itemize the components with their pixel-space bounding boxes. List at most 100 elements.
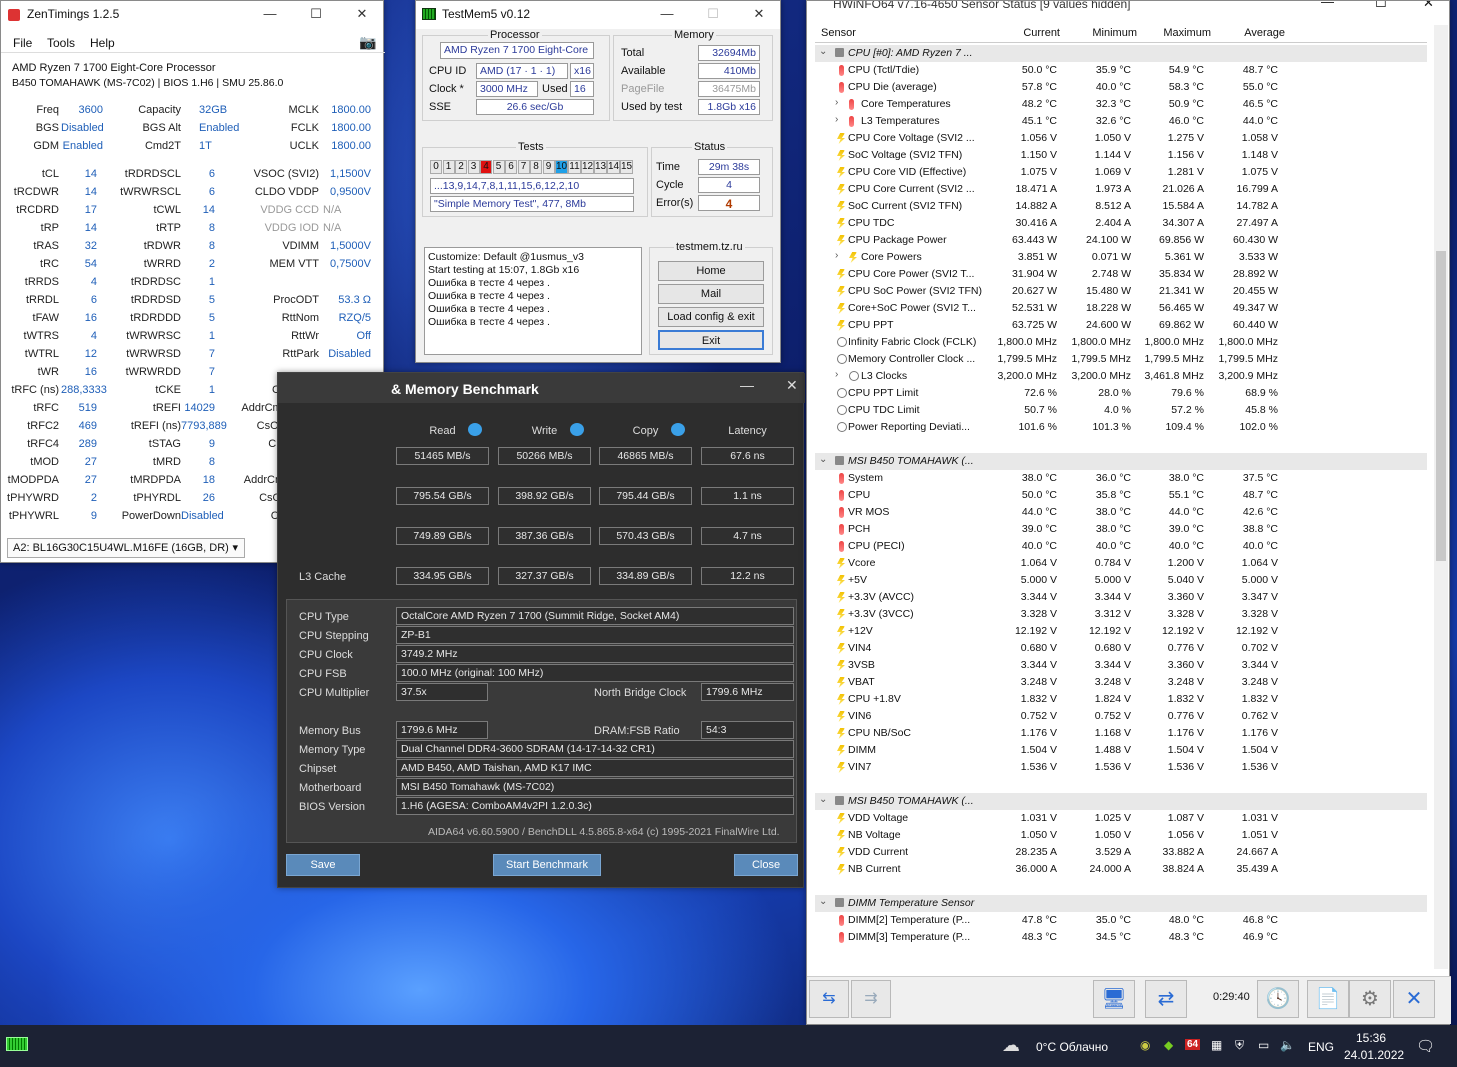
testmem-titlebar[interactable]: TestMem5 v0.12 — ☐ ✕ bbox=[416, 1, 780, 29]
sensor-row[interactable]: SoC Voltage (SVI2 TFN) 1.150 V 1.144 V 1.15… bbox=[815, 147, 1427, 164]
menu-file[interactable]: File bbox=[13, 36, 32, 50]
sensor-row[interactable]: Power Reporting Deviati... 101.6 % 101.3 %… bbox=[815, 419, 1427, 436]
home-button[interactable]: Home bbox=[658, 261, 764, 281]
menu-help[interactable]: Help bbox=[90, 36, 115, 50]
zentimings-titlebar[interactable]: ZenTimings 1.2.5 — ☐ ✕ bbox=[1, 1, 383, 29]
maximize-button[interactable]: ☐ bbox=[1375, 1, 1387, 11]
start-benchmark-button[interactable]: Start Benchmark bbox=[493, 854, 601, 876]
sensor-row[interactable]: SoC Current (SVI2 TFN) 14.882 A 8.512 A 15.… bbox=[815, 198, 1427, 215]
hwinfo-tray-badge[interactable]: 64 bbox=[1185, 1039, 1201, 1050]
sensor-row[interactable]: CPU NB/SoC 1.176 V 1.168 V 1.176 V 1.176 V bbox=[815, 725, 1427, 742]
sensor-row[interactable]: VDD Current 28.235 A 3.529 A 33.882 A 24.667… bbox=[815, 844, 1427, 861]
tray-app-icon[interactable]: ◉ bbox=[1140, 1038, 1150, 1052]
collapse-icon[interactable]: ⌄ bbox=[819, 794, 827, 805]
collapse-icon[interactable]: ⌄ bbox=[819, 454, 827, 465]
header-minimum[interactable]: Minimum bbox=[1077, 27, 1137, 39]
sensor-row[interactable]: CPU Core VID (Effective) 1.075 V 1.069 V 1.… bbox=[815, 164, 1427, 181]
sensor-row[interactable]: +5V 5.000 V 5.000 V 5.040 V 5.000 V bbox=[815, 572, 1427, 589]
close-dialog-button[interactable]: Close bbox=[734, 854, 798, 876]
clock-icon[interactable]: 🕓 bbox=[1257, 980, 1299, 1018]
nvidia-icon[interactable]: ◆ bbox=[1164, 1038, 1173, 1052]
maximize-button[interactable]: ☐ bbox=[690, 1, 736, 29]
sensor-row[interactable]: CPU TDC Limit 50.7 % 4.0 % 57.2 % 45.8 % bbox=[815, 402, 1427, 419]
sensor-row[interactable]: CPU Core Current (SVI2 ... 18.471 A 1.973 … bbox=[815, 181, 1427, 198]
settings-gear-icon[interactable]: ⚙ bbox=[1349, 980, 1391, 1018]
load-config-exit-button[interactable]: Load config & exit bbox=[658, 307, 764, 327]
sensor-row[interactable]: VIN4 0.680 V 0.680 V 0.776 V 0.702 V bbox=[815, 640, 1427, 657]
collapse-icon[interactable]: ⌄ bbox=[819, 46, 827, 57]
close-button[interactable]: ✕ bbox=[339, 1, 385, 29]
header-maximum[interactable]: Maximum bbox=[1151, 27, 1211, 39]
expand-icon[interactable]: › bbox=[835, 250, 838, 261]
minimize-button[interactable]: — bbox=[644, 1, 690, 29]
sensor-row[interactable]: CPU +1.8V 1.832 V 1.824 V 1.832 V 1.832 V bbox=[815, 691, 1427, 708]
collapse-icon[interactable]: ⌄ bbox=[819, 896, 827, 907]
exit-button[interactable]: Exit bbox=[658, 330, 764, 350]
hwinfo-titlebar[interactable]: HWiNFO64 v7.16-4650 Sensor Status [9 val… bbox=[807, 1, 1451, 15]
close-button[interactable]: ✕ bbox=[1423, 1, 1434, 11]
minimize-button[interactable]: — bbox=[740, 377, 754, 393]
close-button[interactable]: ✕ bbox=[786, 377, 798, 394]
speaker-icon[interactable]: 🔈 bbox=[1280, 1038, 1295, 1052]
expand-icon[interactable]: › bbox=[835, 369, 838, 380]
sensor-row[interactable]: VIN7 1.536 V 1.536 V 1.536 V 1.536 V bbox=[815, 759, 1427, 776]
notifications-icon[interactable]: 🗨 bbox=[1416, 1037, 1435, 1055]
refresh-icon[interactable] bbox=[468, 423, 482, 436]
network-icon[interactable]: ⇄ bbox=[1145, 980, 1187, 1018]
shield-icon[interactable]: ⛨ bbox=[1235, 1038, 1244, 1053]
aida-titlebar[interactable] bbox=[278, 373, 805, 403]
sensor-row[interactable]: NB Voltage 1.050 V 1.050 V 1.056 V 1.051 V bbox=[815, 827, 1427, 844]
testmem-taskbar-icon[interactable] bbox=[6, 1037, 28, 1051]
sensor-row[interactable]: DIMM[2] Temperature (P... 47.8 °C 35.0 °C 4… bbox=[815, 912, 1427, 929]
sensor-row[interactable]: +3.3V (AVCC) 3.344 V 3.344 V 3.360 V 3.347 V bbox=[815, 589, 1427, 606]
sensor-row[interactable]: System 38.0 °C 36.0 °C 38.0 °C 37.5 °C bbox=[815, 470, 1427, 487]
sensor-row[interactable]: VDD Voltage 1.031 V 1.025 V 1.087 V 1.031 V bbox=[815, 810, 1427, 827]
sensor-row[interactable]: › Core Powers 3.851 W 0.071 W 5.361 W 3.533 W bbox=[815, 249, 1427, 266]
scrollbar-thumb[interactable] bbox=[1436, 251, 1446, 561]
sensor-row[interactable]: › L3 Clocks 3,200.0 MHz 3,200.0 MHz 3,461.8 … bbox=[815, 368, 1427, 385]
expand-icon[interactable]: › bbox=[835, 114, 838, 125]
display-icon[interactable]: ▭ bbox=[1258, 1038, 1269, 1052]
sensor-row[interactable]: Infinity Fabric Clock (FCLK) 1,800.0 MHz 1… bbox=[815, 334, 1427, 351]
collapse-arrows-icon[interactable]: ⇉ bbox=[851, 980, 891, 1018]
add-report-icon[interactable]: 📄 bbox=[1307, 980, 1349, 1018]
language-indicator[interactable]: ENG bbox=[1308, 1040, 1334, 1054]
clock-date[interactable]: 24.01.2022 bbox=[1344, 1048, 1404, 1062]
dimm-select[interactable]: A2: BL16G30C15U4WL.M16FE (16GB, DR) ▾ bbox=[7, 538, 245, 558]
refresh-icon[interactable] bbox=[671, 423, 685, 436]
sensor-row[interactable]: Vcore 1.064 V 0.784 V 1.200 V 1.064 V bbox=[815, 555, 1427, 572]
sensor-group[interactable]: ⌄ MSI B450 TOMAHAWK (... bbox=[815, 793, 1427, 810]
header-average[interactable]: Average bbox=[1225, 27, 1285, 39]
mail-button[interactable]: Mail bbox=[658, 284, 764, 304]
sensor-row[interactable]: › L3 Temperatures 45.1 °C 32.6 °C 46.0 °C 44.… bbox=[815, 113, 1427, 130]
sensor-row[interactable]: Core+SoC Power (SVI2 T... 52.531 W 18.228 … bbox=[815, 300, 1427, 317]
save-button[interactable]: Save bbox=[286, 854, 360, 876]
refresh-icon[interactable] bbox=[570, 423, 584, 436]
menu-tools[interactable]: Tools bbox=[47, 36, 75, 50]
sensor-row[interactable]: CPU TDC 30.416 A 2.404 A 34.307 A 27.497 A bbox=[815, 215, 1427, 232]
expand-icon[interactable]: › bbox=[835, 97, 838, 108]
sensor-row[interactable]: 3VSB 3.344 V 3.344 V 3.360 V 3.344 V bbox=[815, 657, 1427, 674]
weather-text[interactable]: 0°C Облачно bbox=[1036, 1040, 1108, 1054]
sensor-row[interactable]: DIMM 1.504 V 1.488 V 1.504 V 1.504 V bbox=[815, 742, 1427, 759]
sensor-row[interactable]: CPU 50.0 °C 35.8 °C 55.1 °C 48.7 °C bbox=[815, 487, 1427, 504]
sensor-row[interactable]: CPU PPT Limit 72.6 % 28.0 % 79.6 % 68.9 % bbox=[815, 385, 1427, 402]
sensor-row[interactable]: +12V 12.192 V 12.192 V 12.192 V 12.192 V bbox=[815, 623, 1427, 640]
clock-time[interactable]: 15:36 bbox=[1356, 1031, 1386, 1045]
sensor-row[interactable]: VIN6 0.752 V 0.752 V 0.776 V 0.762 V bbox=[815, 708, 1427, 725]
minimize-button[interactable]: — bbox=[1321, 1, 1334, 9]
maximize-button[interactable]: ☐ bbox=[293, 1, 339, 29]
scrollbar[interactable] bbox=[1434, 25, 1448, 969]
monitor-icon[interactable]: 🖥 bbox=[1093, 980, 1135, 1018]
sensor-row[interactable]: CPU SoC Power (SVI2 TFN) 20.627 W 15.480 W… bbox=[815, 283, 1427, 300]
sensor-row[interactable]: CPU Core Power (SVI2 T... 31.904 W 2.748 W… bbox=[815, 266, 1427, 283]
sensor-group[interactable]: ⌄ DIMM Temperature Sensor bbox=[815, 895, 1427, 912]
sensor-row[interactable]: › Core Temperatures 48.2 °C 32.3 °C 50.9 °C 4… bbox=[815, 96, 1427, 113]
close-sensors-icon[interactable]: ✕ bbox=[1393, 980, 1435, 1018]
tray-grid-icon[interactable]: ▦ bbox=[1211, 1038, 1222, 1052]
sensor-row[interactable]: CPU Package Power 63.443 W 24.100 W 69.856 … bbox=[815, 232, 1427, 249]
sensor-row[interactable]: VR MOS 44.0 °C 38.0 °C 44.0 °C 42.6 °C bbox=[815, 504, 1427, 521]
sensor-row[interactable]: CPU PPT 63.725 W 24.600 W 69.862 W 60.440 W bbox=[815, 317, 1427, 334]
sensor-row[interactable]: CPU (PECI) 40.0 °C 40.0 °C 40.0 °C 40.0 °C bbox=[815, 538, 1427, 555]
minimize-button[interactable]: — bbox=[247, 1, 293, 29]
